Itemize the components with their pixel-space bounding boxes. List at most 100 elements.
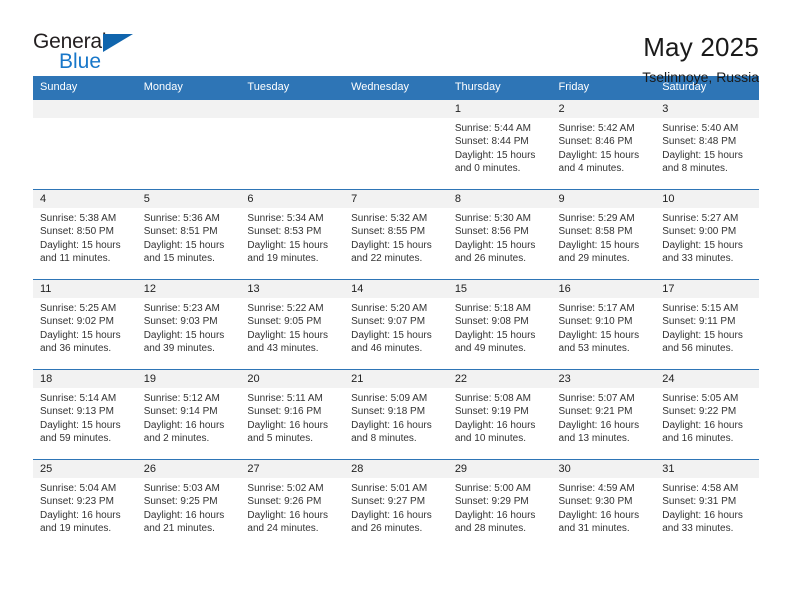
daylight-duration-line1: Daylight: 16 hours [558, 509, 640, 521]
calendar-day-cell[interactable]: 20 Sunrise: 5:11 AM Sunset: 9:16 PM Dayligh… [240, 369, 345, 460]
day-details: Sunrise: 4:58 AM Sunset: 9:31 PM Daylight:… [655, 478, 759, 536]
sunrise-time: Sunrise: 5:40 AM [662, 123, 739, 134]
calendar-day-cell-empty [344, 99, 448, 190]
daylight-duration-line1: Daylight: 16 hours [662, 509, 743, 521]
sunset-time: Sunset: 8:56 PM [454, 226, 529, 238]
calendar-day-cell[interactable]: 21 Sunrise: 5:09 AM Sunset: 9:18 PM Dayligh… [344, 369, 448, 460]
calendar-day-cell[interactable]: 28 Sunrise: 5:01 AM Sunset: 9:27 PM Dayligh… [344, 459, 448, 550]
calendar-day-cell[interactable]: 8 Sunrise: 5:30 AM Sunset: 8:56 PM Daylight… [447, 189, 552, 280]
day-details: Sunrise: 5:42 AM Sunset: 8:46 PM Daylight:… [552, 118, 656, 176]
day-details: Sunrise: 5:01 AM Sunset: 9:27 PM Daylight:… [344, 478, 448, 536]
calendar-day-cell[interactable]: 30 Sunrise: 4:59 AM Sunset: 9:30 PM Dayligh… [551, 459, 656, 550]
daylight-duration-line2: and 29 minutes. [558, 253, 630, 265]
day-details: Sunrise: 5:09 AM Sunset: 9:18 PM Daylight:… [344, 388, 448, 446]
sunset-time: Sunset: 9:19 PM [454, 406, 529, 418]
calendar-day-cell[interactable]: 19 Sunrise: 5:12 AM Sunset: 9:14 PM Dayligh… [136, 369, 241, 460]
calendar-day-cell[interactable]: 31 Sunrise: 4:58 AM Sunset: 9:31 PM Dayligh… [655, 459, 759, 550]
day-number: 26 [136, 460, 241, 478]
calendar-day-cell[interactable]: 13 Sunrise: 5:22 AM Sunset: 9:05 PM Dayligh… [240, 279, 345, 370]
day-details: Sunrise: 5:22 AM Sunset: 9:05 PM Daylight:… [240, 298, 344, 356]
sunrise-time: Sunrise: 5:29 AM [558, 213, 635, 224]
day-number [136, 100, 241, 118]
day-number: 28 [344, 460, 448, 478]
general-blue-logo[interactable]: General Blue [33, 31, 143, 79]
calendar-day-cell[interactable]: 14 Sunrise: 5:20 AM Sunset: 9:07 PM Dayligh… [344, 279, 448, 370]
day-details: Sunrise: 5:12 AM Sunset: 9:14 PM Daylight:… [137, 388, 241, 446]
sunrise-time: Sunrise: 4:58 AM [662, 483, 739, 494]
daylight-duration-line1: Daylight: 15 hours [454, 329, 536, 341]
day-number [240, 100, 345, 118]
daylight-duration-line2: and 8 minutes. [662, 163, 728, 175]
daylight-duration-line1: Daylight: 15 hours [558, 149, 640, 161]
calendar-day-cell[interactable]: 24 Sunrise: 5:05 AM Sunset: 9:22 PM Dayligh… [655, 369, 759, 460]
sunrise-time: Sunrise: 5:00 AM [454, 483, 531, 494]
calendar-day-cell[interactable]: 4 Sunrise: 5:38 AM Sunset: 8:50 PM Daylight… [33, 189, 137, 280]
calendar-day-cell[interactable]: 12 Sunrise: 5:23 AM Sunset: 9:03 PM Dayligh… [136, 279, 241, 370]
sunrise-time: Sunrise: 5:34 AM [247, 213, 324, 224]
daylight-duration-line1: Daylight: 16 hours [454, 509, 536, 521]
day-details: Sunrise: 5:15 AM Sunset: 9:11 PM Daylight:… [655, 298, 759, 356]
calendar-day-cell[interactable]: 9 Sunrise: 5:29 AM Sunset: 8:58 PM Daylight… [551, 189, 656, 280]
calendar-week-row: 4 Sunrise: 5:38 AM Sunset: 8:50 PM Daylight… [33, 189, 759, 280]
calendar-day-cell[interactable]: 25 Sunrise: 5:04 AM Sunset: 9:23 PM Dayligh… [33, 459, 137, 550]
day-number: 20 [240, 370, 345, 388]
daylight-duration-line2: and 5 minutes. [247, 433, 314, 445]
sunrise-time: Sunrise: 5:12 AM [143, 393, 220, 404]
day-number: 16 [551, 280, 656, 298]
day-number: 21 [344, 370, 448, 388]
calendar-day-cell[interactable]: 22 Sunrise: 5:08 AM Sunset: 9:19 PM Dayligh… [447, 369, 552, 460]
calendar-day-cell[interactable]: 5 Sunrise: 5:36 AM Sunset: 8:51 PM Daylight… [136, 189, 241, 280]
daylight-duration-line1: Daylight: 15 hours [558, 329, 640, 341]
sunset-time: Sunset: 9:08 PM [454, 316, 529, 328]
daylight-duration-line2: and 15 minutes. [143, 253, 215, 265]
sunset-time: Sunset: 9:13 PM [40, 406, 114, 418]
sunset-time: Sunset: 8:55 PM [351, 226, 426, 238]
day-details: Sunrise: 5:25 AM Sunset: 9:02 PM Daylight:… [33, 298, 137, 356]
daylight-duration-line2: and 59 minutes. [40, 433, 112, 445]
day-number: 12 [136, 280, 241, 298]
daylight-duration-line1: Daylight: 15 hours [662, 239, 743, 251]
sunrise-time: Sunrise: 4:59 AM [558, 483, 635, 494]
sunset-time: Sunset: 8:48 PM [662, 136, 737, 148]
daylight-duration-line1: Daylight: 15 hours [662, 149, 743, 161]
sunrise-time: Sunrise: 5:38 AM [40, 213, 117, 224]
calendar-day-cell[interactable]: 7 Sunrise: 5:32 AM Sunset: 8:55 PM Daylight… [344, 189, 448, 280]
sunrise-time: Sunrise: 5:27 AM [662, 213, 739, 224]
calendar-day-cell[interactable]: 23 Sunrise: 5:07 AM Sunset: 9:21 PM Dayligh… [551, 369, 656, 460]
daylight-duration-line2: and 11 minutes. [40, 253, 111, 265]
calendar-day-cell[interactable]: 15 Sunrise: 5:18 AM Sunset: 9:08 PM Dayligh… [447, 279, 552, 370]
calendar-day-cell[interactable]: 11 Sunrise: 5:25 AM Sunset: 9:02 PM Dayligh… [33, 279, 137, 370]
calendar-day-cell[interactable]: 18 Sunrise: 5:14 AM Sunset: 9:13 PM Dayligh… [33, 369, 137, 460]
sunrise-time: Sunrise: 5:05 AM [662, 393, 739, 404]
daylight-duration-line2: and 26 minutes. [454, 253, 526, 265]
sunrise-time: Sunrise: 5:09 AM [351, 393, 428, 404]
calendar-day-cell[interactable]: 27 Sunrise: 5:02 AM Sunset: 9:26 PM Dayligh… [240, 459, 345, 550]
daylight-duration-line1: Daylight: 16 hours [351, 509, 432, 521]
day-details: Sunrise: 5:20 AM Sunset: 9:07 PM Daylight:… [344, 298, 448, 356]
daylight-duration-line2: and 46 minutes. [351, 343, 423, 355]
calendar-week-row: 25 Sunrise: 5:04 AM Sunset: 9:23 PM Dayligh… [33, 459, 759, 550]
sunrise-time: Sunrise: 5:23 AM [143, 303, 220, 314]
daylight-duration-line2: and 56 minutes. [662, 343, 734, 355]
calendar-day-cell-empty [240, 99, 345, 190]
calendar-day-cell[interactable]: 3 Sunrise: 5:40 AM Sunset: 8:48 PM Daylight… [655, 99, 759, 190]
day-number: 7 [344, 190, 448, 208]
daylight-duration-line1: Daylight: 16 hours [143, 419, 225, 431]
daylight-duration-line2: and 49 minutes. [454, 343, 526, 355]
sunset-time: Sunset: 9:16 PM [247, 406, 322, 418]
daylight-duration-line1: Daylight: 16 hours [247, 509, 329, 521]
calendar-day-cell[interactable]: 17 Sunrise: 5:15 AM Sunset: 9:11 PM Dayligh… [655, 279, 759, 370]
calendar-day-cell[interactable]: 1 Sunrise: 5:44 AM Sunset: 8:44 PM Daylight… [447, 99, 552, 190]
calendar-day-cell[interactable]: 6 Sunrise: 5:34 AM Sunset: 8:53 PM Daylight… [240, 189, 345, 280]
day-number: 24 [655, 370, 759, 388]
logo-text-blue: Blue [59, 50, 102, 73]
calendar-day-cell[interactable]: 16 Sunrise: 5:17 AM Sunset: 9:10 PM Dayligh… [551, 279, 656, 370]
day-number: 31 [655, 460, 759, 478]
calendar-day-cell[interactable]: 10 Sunrise: 5:27 AM Sunset: 9:00 PM Dayligh… [655, 189, 759, 280]
sunrise-time: Sunrise: 5:30 AM [454, 213, 531, 224]
calendar-day-cell[interactable]: 29 Sunrise: 5:00 AM Sunset: 9:29 PM Dayligh… [447, 459, 552, 550]
calendar-day-cell[interactable]: 2 Sunrise: 5:42 AM Sunset: 8:46 PM Daylight… [551, 99, 656, 190]
calendar-day-cell[interactable]: 26 Sunrise: 5:03 AM Sunset: 9:25 PM Dayligh… [136, 459, 241, 550]
day-number: 22 [447, 370, 552, 388]
day-details: Sunrise: 5:29 AM Sunset: 8:58 PM Daylight:… [552, 208, 656, 266]
